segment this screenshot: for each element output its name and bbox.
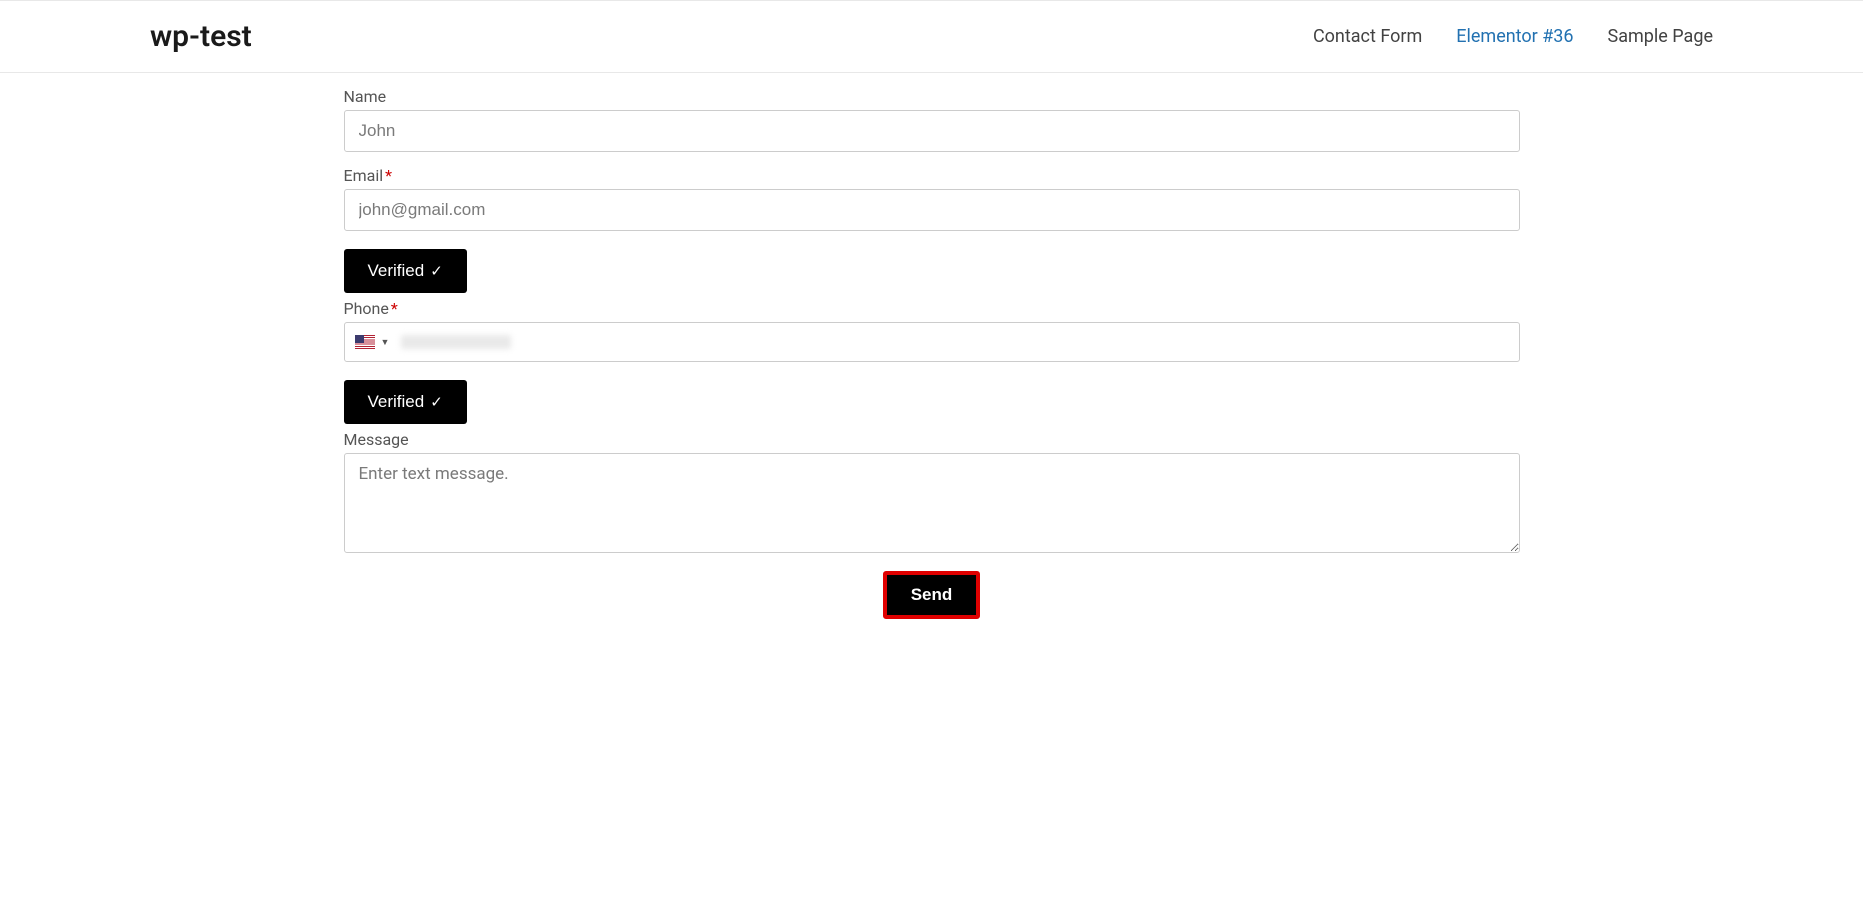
phone-label: Phone* bbox=[344, 299, 1520, 318]
phone-label-text: Phone bbox=[344, 299, 389, 318]
phone-field-group: Phone* ▼ bbox=[344, 299, 1520, 362]
flag-us-icon bbox=[355, 335, 375, 349]
email-field-group: Email* bbox=[344, 166, 1520, 231]
nav-elementor-36[interactable]: Elementor #36 bbox=[1456, 26, 1573, 47]
check-icon: ✓ bbox=[430, 393, 443, 411]
email-verified-label: Verified bbox=[368, 261, 425, 281]
phone-number-redacted bbox=[397, 335, 515, 349]
phone-verified-label: Verified bbox=[368, 392, 425, 412]
nav-sample-page[interactable]: Sample Page bbox=[1608, 26, 1713, 47]
contact-form: Name Email* Verified ✓ Phone* ▼ Verified bbox=[342, 87, 1522, 619]
name-label: Name bbox=[344, 87, 1520, 106]
name-label-text: Name bbox=[344, 87, 387, 106]
message-textarea[interactable] bbox=[344, 453, 1520, 553]
email-verified-button[interactable]: Verified ✓ bbox=[344, 249, 467, 293]
message-field-group: Message bbox=[344, 430, 1520, 557]
caret-down-icon: ▼ bbox=[381, 337, 390, 348]
site-header: wp-test Contact Form Elementor #36 Sampl… bbox=[0, 0, 1863, 73]
name-field-group: Name bbox=[344, 87, 1520, 152]
required-asterisk: * bbox=[391, 299, 398, 318]
send-button[interactable]: Send bbox=[883, 571, 981, 619]
nav-contact-form[interactable]: Contact Form bbox=[1313, 26, 1422, 47]
name-input[interactable] bbox=[344, 110, 1520, 152]
email-input[interactable] bbox=[344, 189, 1520, 231]
phone-input-wrapper: ▼ bbox=[344, 322, 1520, 362]
email-label: Email* bbox=[344, 166, 1520, 185]
check-icon: ✓ bbox=[430, 262, 443, 280]
phone-verified-button[interactable]: Verified ✓ bbox=[344, 380, 467, 424]
message-label: Message bbox=[344, 430, 1520, 449]
primary-nav: Contact Form Elementor #36 Sample Page bbox=[1313, 26, 1713, 47]
site-title[interactable]: wp-test bbox=[150, 19, 252, 54]
country-select[interactable]: ▼ bbox=[345, 327, 398, 357]
required-asterisk: * bbox=[385, 166, 392, 185]
email-label-text: Email bbox=[344, 166, 384, 185]
submit-row: Send bbox=[344, 571, 1520, 619]
